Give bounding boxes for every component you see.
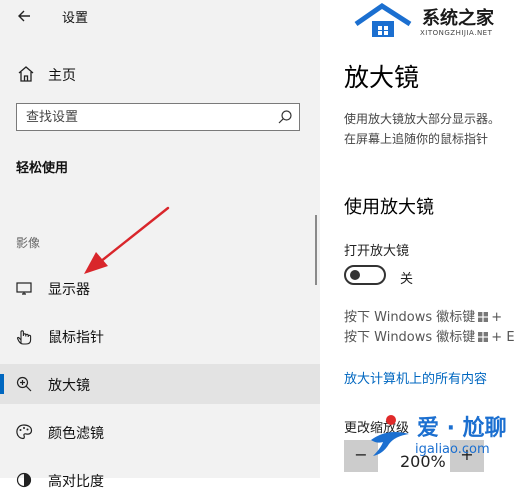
shortcut-hint: 按下 Windows 徽标键 + — [344, 306, 502, 325]
shortcut-hint: 按下 Windows 徽标键 + E — [344, 326, 515, 345]
watermark-subtext: igaliao.com — [415, 442, 490, 457]
watermark: 爱 · 尬聊 igaliao.com — [365, 410, 515, 460]
group-label: 影像 — [16, 236, 41, 250]
sidebar-item-label: 鼠标指针 — [48, 330, 104, 346]
shortcut-suffix: + — [491, 310, 503, 325]
window-title: 设置 — [62, 11, 89, 26]
description-line: 在屏幕上追随你的鼠标指针 — [344, 132, 489, 146]
windows-logo-icon — [478, 311, 489, 322]
back-arrow-icon[interactable] — [14, 5, 36, 27]
color-filter-icon — [14, 422, 34, 442]
search-input[interactable] — [26, 108, 266, 126]
shortcut-text: 按下 Windows 徽标键 — [344, 310, 476, 325]
logo-text: 系统之家 — [422, 8, 494, 29]
watermark-logo-icon — [371, 415, 409, 456]
section-heading: 使用放大镜 — [344, 197, 434, 218]
logo-subtext: XITONGZHIJIA.NET — [420, 29, 493, 37]
sidebar-item-mouse-pointer[interactable]: 鼠标指针 — [0, 316, 320, 356]
pointer-icon — [14, 326, 34, 346]
toggle-state: 关 — [400, 272, 414, 287]
nav-home-label: 主页 — [48, 68, 76, 84]
magnifier-toggle[interactable] — [344, 265, 386, 285]
windows-logo-icon — [478, 331, 489, 342]
sidebar-scrollbar[interactable] — [315, 215, 317, 285]
red-arrow-annotation — [70, 200, 180, 290]
logo-house-icon — [354, 2, 412, 37]
description-line: 使用放大镜放大部分显示器。 — [344, 112, 501, 126]
search-box[interactable] — [16, 103, 300, 131]
sidebar-item-label: 颜色滤镜 — [48, 426, 104, 442]
shortcut-suffix: + E — [491, 330, 515, 345]
contrast-icon — [14, 470, 34, 490]
page-title: 放大镜 — [344, 63, 420, 92]
zoom-everything-link[interactable]: 放大计算机上的所有内容 — [344, 368, 487, 387]
sidebar-item-high-contrast[interactable]: 高对比度 — [0, 460, 320, 500]
search-icon[interactable] — [277, 109, 293, 125]
watermark-text: 爱 · 尬聊 — [417, 416, 507, 441]
sidebar-item-label: 高对比度 — [48, 474, 104, 490]
selection-indicator — [0, 374, 4, 394]
home-icon — [16, 64, 36, 84]
main-panel: 系统之家 XITONGZHIJIA.NET 放大镜 使用放大镜放大部分显示器。 … — [320, 0, 515, 478]
shortcut-text: 按下 Windows 徽标键 — [344, 330, 476, 345]
settings-sidebar: 设置 主页 轻松使用 影像 显示器 鼠标指针 放大镜 — [0, 0, 320, 490]
section-title: 轻松使用 — [16, 161, 69, 176]
toggle-knob — [350, 270, 360, 280]
nav-home[interactable]: 主页 — [0, 56, 320, 92]
sidebar-item-color-filters[interactable]: 颜色滤镜 — [0, 412, 320, 452]
toggle-label: 打开放大镜 — [344, 244, 410, 259]
sidebar-item-label: 放大镜 — [48, 378, 90, 394]
sidebar-item-magnifier[interactable]: 放大镜 — [0, 364, 320, 404]
site-logo: 系统之家 XITONGZHIJIA.NET — [352, 2, 512, 42]
monitor-icon — [14, 278, 34, 298]
magnifier-icon — [14, 374, 34, 394]
